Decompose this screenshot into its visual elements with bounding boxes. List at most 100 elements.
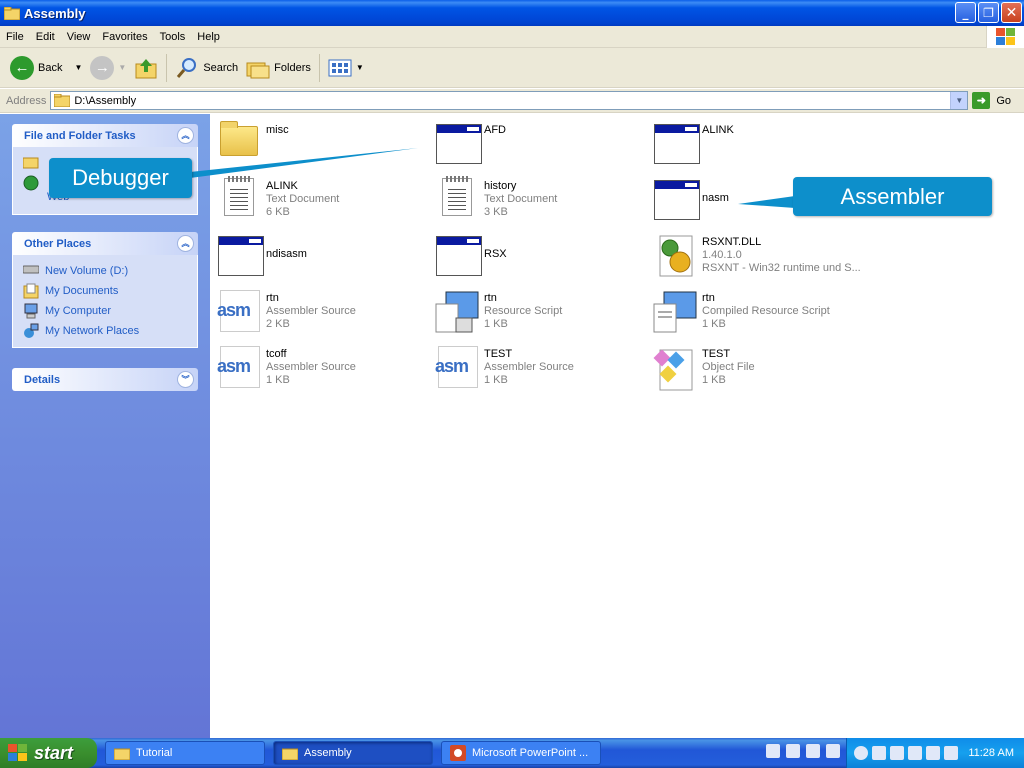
file-size: 2 KB — [266, 318, 290, 330]
file-item[interactable]: asm TEST Assembler Source 1 KB — [432, 342, 642, 394]
dropdown-arrow-icon[interactable]: ▼ — [118, 63, 126, 72]
file-name: AFD — [484, 124, 506, 136]
collapse-chevron-icon[interactable]: ︽ — [177, 235, 194, 252]
file-item[interactable]: TEST Object File 1 KB — [650, 342, 860, 394]
expand-chevron-icon[interactable]: ︾ — [177, 371, 194, 388]
taskbar-item-assembly[interactable]: Assembly — [273, 741, 433, 765]
place-label: My Computer — [45, 305, 112, 317]
place-label: My Documents — [45, 285, 119, 297]
place-my-computer[interactable]: My Computer — [23, 301, 187, 321]
place-new-volume[interactable]: New Volume (D:) — [22, 261, 187, 281]
file-item[interactable]: rtn Resource Script 1 KB — [432, 286, 642, 338]
address-input[interactable]: D:\Assembly ▼ — [50, 91, 969, 110]
panel-title: Other Places — [24, 237, 92, 250]
file-item[interactable]: rtn Compiled Resource Script 1 KB — [650, 286, 860, 338]
file-type: Assembler Source — [484, 361, 574, 373]
file-type: Assembler Source — [266, 305, 356, 317]
system-tray: 11:28 AM — [846, 738, 1024, 768]
file-item[interactable]: AFD — [432, 118, 642, 170]
search-button[interactable]: Search — [171, 52, 242, 84]
file-item[interactable]: RSXNT.DLL 1.40.1.0 RSXNT - Win32 runtime… — [650, 230, 1010, 282]
menu-file[interactable]: File — [0, 31, 30, 43]
start-button[interactable]: start — [0, 738, 97, 768]
panel-header[interactable]: Other Places ︽ — [12, 232, 198, 255]
dropdown-arrow-icon[interactable]: ▼ — [356, 63, 364, 72]
file-name: ndisasm — [266, 248, 307, 260]
minimize-button[interactable]: _ — [955, 2, 976, 23]
search-icon[interactable] — [826, 744, 840, 758]
file-item[interactable]: asm rtn Assembler Source 2 KB — [214, 286, 424, 338]
file-item[interactable]: ALINK — [650, 118, 860, 170]
file-item[interactable]: ALINK Text Document 6 KB — [214, 174, 424, 226]
close-button[interactable]: ✕ — [1001, 2, 1022, 23]
views-button[interactable]: ▼ — [324, 52, 368, 84]
file-name: rtn — [702, 292, 715, 304]
other-places-panel: Other Places ︽ New Volume (D:) My Docume… — [12, 232, 198, 348]
drive-icon — [22, 263, 40, 279]
windows-logo-icon — [8, 744, 27, 761]
go-button[interactable]: ➜ Go — [972, 92, 1011, 109]
file-name: TEST — [484, 348, 513, 360]
file-size: 1 KB — [484, 374, 508, 386]
up-folder-button[interactable] — [130, 52, 162, 84]
panel-body: New Volume (D:) My Documents My Computer… — [12, 255, 198, 348]
address-label: Address — [6, 94, 47, 107]
search-icon — [177, 57, 197, 78]
dropdown-arrow-icon[interactable]: ▼ — [74, 63, 82, 72]
panel-header[interactable]: File and Folder Tasks ︽ — [12, 124, 198, 147]
folders-button[interactable]: Folders — [242, 52, 315, 84]
file-name: TEST — [702, 348, 731, 360]
globe-icon — [23, 175, 39, 191]
assembler-source-icon: asm — [217, 290, 260, 332]
file-item[interactable]: RSX — [432, 230, 642, 282]
file-type: Text Document — [266, 193, 340, 205]
panel-title: File and Folder Tasks — [24, 129, 136, 142]
file-item[interactable]: history Text Document 3 KB — [432, 174, 642, 226]
dll-gear-icon — [659, 235, 693, 277]
views-icon — [328, 59, 352, 76]
tools-icon[interactable] — [766, 744, 780, 758]
menu-tools[interactable]: Tools — [154, 31, 192, 43]
assembler-source-icon: asm — [435, 346, 478, 388]
tray-app-icon[interactable] — [890, 746, 905, 760]
back-button[interactable]: ← Back ▼ — [6, 52, 86, 84]
file-name: ALINK — [702, 124, 734, 136]
menu-edit[interactable]: Edit — [30, 31, 61, 43]
file-name: tcoff — [266, 348, 287, 360]
panel-header[interactable]: Details ︾ — [12, 368, 198, 391]
file-item[interactable]: asm tcoff Assembler Source 1 KB — [214, 342, 424, 394]
tray-app-icon[interactable] — [908, 746, 923, 760]
clock[interactable]: 11:28 AM — [968, 747, 1014, 759]
start-label: start — [34, 742, 74, 763]
tray-app-icon[interactable] — [944, 746, 959, 760]
maximize-button[interactable]: ❐ — [978, 2, 999, 23]
file-name: misc — [266, 124, 289, 136]
file-type: Object File — [702, 361, 755, 373]
toolbar: ← Back ▼ → ▼ Search Folders ▼ — [0, 48, 1024, 88]
file-item[interactable]: misc — [214, 118, 424, 170]
place-my-network[interactable]: My Network Places — [23, 321, 187, 341]
tray-app-icon[interactable] — [926, 746, 941, 760]
menu-view[interactable]: View — [61, 31, 97, 43]
folders-icon — [246, 62, 270, 78]
collapse-chevron-icon[interactable]: ︽ — [177, 127, 194, 144]
file-item[interactable]: ndisasm — [214, 230, 424, 282]
quick-tray-icons — [766, 744, 840, 758]
folder-icon — [3, 6, 21, 20]
application-icon — [654, 124, 700, 164]
task-pane: File and Folder Tasks ︽ Web Other Places… — [0, 114, 210, 738]
taskbar-item-powerpoint[interactable]: Microsoft PowerPoint ... — [441, 741, 601, 765]
monitor-icon[interactable] — [786, 744, 800, 758]
forward-button[interactable]: → ▼ — [86, 52, 130, 84]
taskbar-item-tutorial[interactable]: Tutorial — [105, 741, 265, 765]
tray-app-icon[interactable] — [872, 746, 887, 760]
menu-help[interactable]: Help — [191, 31, 226, 43]
file-size: 1 KB — [484, 318, 508, 330]
help-icon[interactable] — [806, 744, 820, 758]
address-dropdown-icon[interactable]: ▼ — [950, 92, 968, 109]
expand-tray-icon[interactable] — [854, 746, 869, 760]
menu-favorites[interactable]: Favorites — [96, 31, 153, 43]
place-my-documents[interactable]: My Documents — [23, 281, 187, 301]
file-name: rtn — [484, 292, 497, 304]
title-bar[interactable]: Assembly _ ❐ ✕ — [0, 0, 1024, 26]
